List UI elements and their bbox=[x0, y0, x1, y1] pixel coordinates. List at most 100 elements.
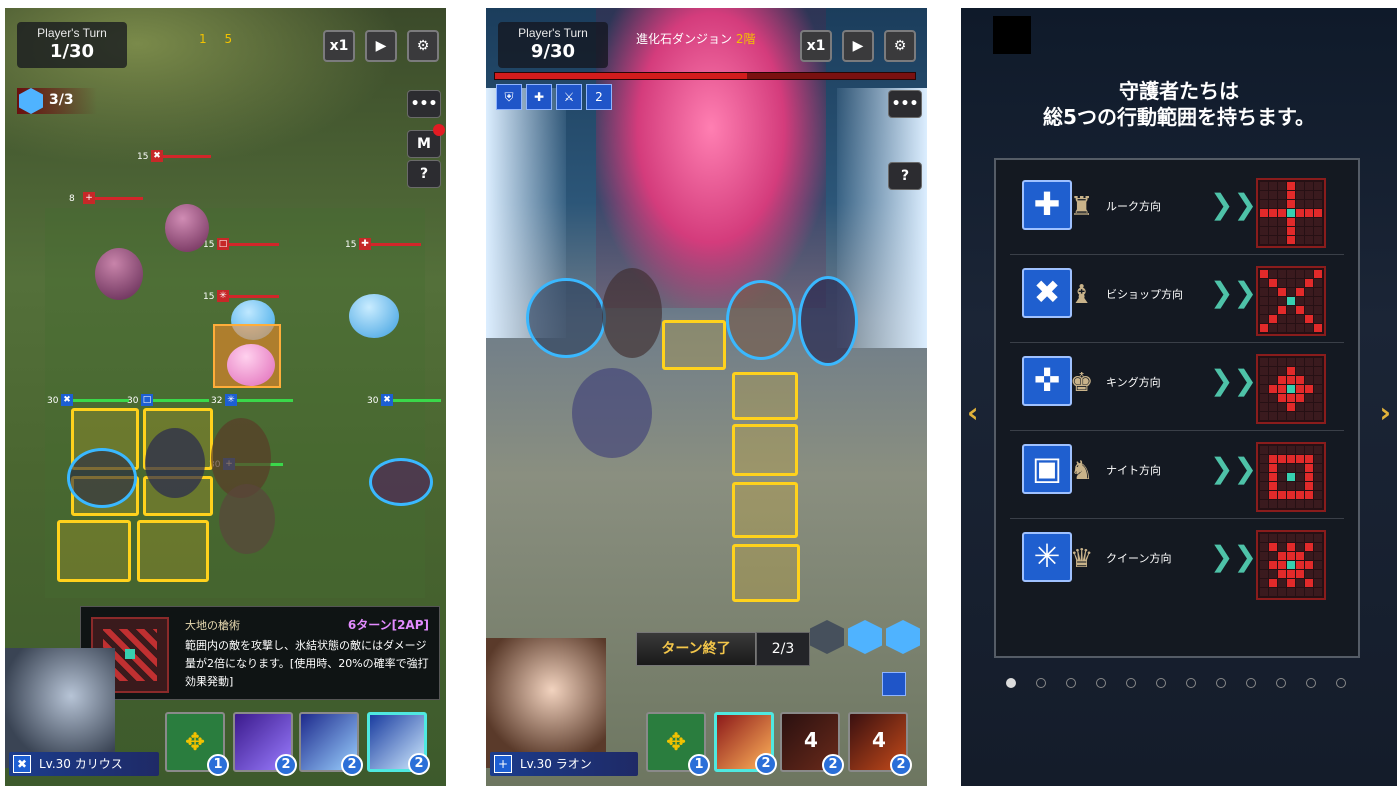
shield-buff-icon: ⛨ bbox=[496, 84, 522, 110]
help-button[interactable]: ? bbox=[407, 160, 441, 188]
skill-tooltip: 大地の槍術 6ターン[2AP] 範囲内の敵を攻撃し、氷結状態の敵にはダメージ量が… bbox=[80, 606, 440, 700]
speed-button[interactable]: x1 bbox=[323, 30, 355, 62]
battle-screen-forest: Player's Turn 1/30 1 5 x1 ▶ ⚙ 3/3 ••• M … bbox=[5, 8, 446, 786]
ally-unit[interactable] bbox=[67, 448, 137, 508]
prev-page-button[interactable]: ‹ bbox=[967, 396, 979, 429]
range-cell bbox=[1278, 534, 1286, 542]
range-cell bbox=[1269, 579, 1277, 587]
enemy-hp-bar: 15 □ bbox=[203, 238, 283, 252]
ally-unit[interactable] bbox=[526, 278, 606, 358]
move-icon: ✥ bbox=[185, 728, 206, 756]
enemy-pink-slime[interactable] bbox=[227, 344, 275, 386]
range-cell bbox=[1314, 376, 1322, 384]
help-button[interactable]: ? bbox=[888, 162, 922, 190]
range-cell bbox=[1269, 455, 1277, 463]
crystal-icon bbox=[886, 620, 920, 654]
range-cell bbox=[1314, 270, 1322, 278]
range-cell bbox=[1314, 552, 1322, 560]
knight-icon: □ bbox=[217, 238, 229, 250]
skill-cooldown[interactable]: 42 bbox=[848, 712, 912, 776]
move-tile[interactable] bbox=[732, 482, 798, 538]
skill-spear[interactable]: 2 bbox=[233, 712, 297, 776]
play-button[interactable]: ▶ bbox=[365, 30, 397, 62]
range-cell bbox=[1269, 306, 1277, 314]
range-cell bbox=[1278, 491, 1286, 499]
page-dot[interactable] bbox=[1276, 678, 1286, 688]
move-type-icon: ✜ bbox=[1022, 356, 1072, 406]
range-cell bbox=[1305, 191, 1313, 199]
menu-button[interactable]: ••• bbox=[407, 90, 441, 118]
range-cell bbox=[1269, 394, 1277, 402]
range-row: ✖ ♝ ビショップ方向 ❯❯ bbox=[1010, 258, 1344, 336]
range-cell bbox=[1305, 367, 1313, 375]
range-cell bbox=[1314, 500, 1322, 508]
page-dot[interactable] bbox=[1336, 678, 1346, 688]
sword-buff-icon: ⚔ bbox=[556, 84, 582, 110]
move-skill[interactable]: ✥ 1 bbox=[646, 712, 710, 776]
dragon-boss[interactable] bbox=[596, 8, 826, 308]
page-dot[interactable] bbox=[1006, 678, 1016, 688]
skill-earth-spear-selected[interactable]: 2 bbox=[367, 712, 430, 775]
range-cell bbox=[1305, 561, 1313, 569]
range-cell bbox=[1269, 588, 1277, 596]
ap-cost: 2 bbox=[275, 754, 297, 776]
page-dot[interactable] bbox=[1306, 678, 1316, 688]
menu-button[interactable]: ••• bbox=[888, 90, 922, 118]
range-cell bbox=[1278, 367, 1286, 375]
range-cell bbox=[1287, 279, 1295, 287]
range-cell bbox=[1296, 588, 1304, 596]
chess-piece-icon: ♝ bbox=[1070, 280, 1094, 310]
speed-button[interactable]: x1 bbox=[800, 30, 832, 62]
move-tile[interactable] bbox=[732, 424, 798, 476]
ally-unit[interactable] bbox=[726, 280, 796, 360]
ally-unit-selected[interactable] bbox=[572, 368, 652, 458]
page-dot[interactable] bbox=[1156, 678, 1166, 688]
range-cell bbox=[1260, 403, 1268, 411]
ally-unit[interactable] bbox=[145, 428, 205, 498]
end-turn-button[interactable]: ターン終了 bbox=[636, 632, 756, 666]
range-name: ルーク方向 bbox=[1106, 200, 1161, 213]
page-dot[interactable] bbox=[1036, 678, 1046, 688]
move-tile[interactable] bbox=[732, 544, 800, 602]
settings-button[interactable]: ⚙ bbox=[884, 30, 916, 62]
ally-unit[interactable] bbox=[602, 268, 662, 358]
page-dot[interactable] bbox=[1216, 678, 1226, 688]
skill-cooldown[interactable]: 42 bbox=[780, 712, 844, 776]
enemy-slime[interactable] bbox=[95, 248, 143, 300]
ally-unit[interactable] bbox=[798, 276, 858, 366]
close-icon[interactable] bbox=[993, 16, 1031, 54]
move-skill[interactable]: ✥ 1 bbox=[165, 712, 229, 776]
range-cell bbox=[1296, 552, 1304, 560]
tutorial-screen: 守護者たちは 総5つの行動範囲を持ちます。 ‹ › ✚ ♜ ルーク方向 ❯❯ ✖ ♝ ビショ… bbox=[961, 8, 1397, 786]
page-dot[interactable] bbox=[1126, 678, 1136, 688]
skill-ice-thrust[interactable]: 2 bbox=[299, 712, 363, 776]
range-cell bbox=[1260, 561, 1268, 569]
character-portrait bbox=[5, 648, 115, 768]
range-cell bbox=[1314, 570, 1322, 578]
ally-unit[interactable] bbox=[369, 458, 433, 506]
range-cell bbox=[1269, 358, 1277, 366]
page-dot[interactable] bbox=[1096, 678, 1106, 688]
page-dot[interactable] bbox=[1066, 678, 1076, 688]
enemy-slime[interactable] bbox=[165, 204, 209, 252]
move-tile[interactable] bbox=[662, 320, 726, 370]
play-button[interactable]: ▶ bbox=[842, 30, 874, 62]
move-tile[interactable] bbox=[57, 520, 131, 582]
range-cell bbox=[1305, 412, 1313, 420]
bishop-icon: ✖ bbox=[13, 755, 31, 773]
page-dot[interactable] bbox=[1186, 678, 1196, 688]
ally-unit[interactable] bbox=[219, 484, 275, 554]
page-dot[interactable] bbox=[1246, 678, 1256, 688]
range-cell bbox=[1296, 394, 1304, 402]
next-page-button[interactable]: › bbox=[1379, 396, 1391, 429]
move-tile[interactable] bbox=[137, 520, 209, 582]
range-cell bbox=[1314, 182, 1322, 190]
auto-skill-icon[interactable] bbox=[882, 672, 906, 696]
move-tile[interactable] bbox=[732, 372, 798, 420]
skill-fire-slash-selected[interactable]: 2 bbox=[714, 712, 777, 775]
gear-icon: ⚙ bbox=[893, 38, 907, 54]
enemy-ice-slime[interactable] bbox=[349, 294, 399, 338]
range-list: ✚ ♜ ルーク方向 ❯❯ ✖ ♝ ビショップ方向 ❯❯ ✜ ♚ キング方向 ❯❯ ▣ ♞ ナイト方向 ❯❯ ✳ ♛… bbox=[994, 158, 1360, 658]
range-cell bbox=[1287, 570, 1295, 578]
settings-button[interactable]: ⚙ bbox=[407, 30, 439, 62]
